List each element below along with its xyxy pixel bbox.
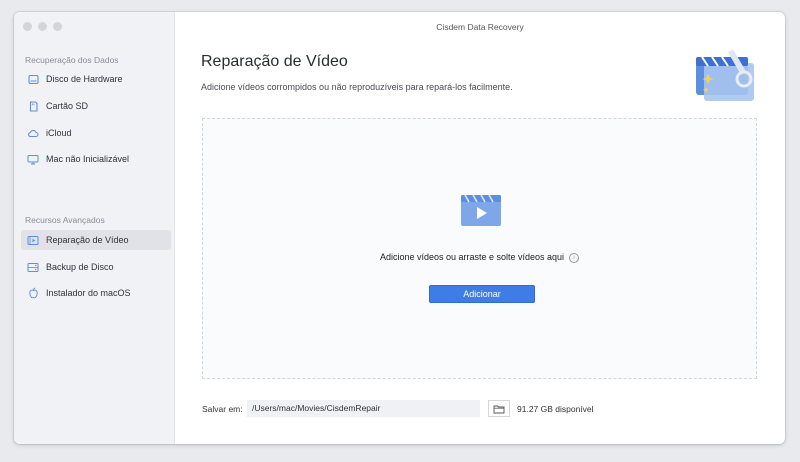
sidebar-item-icloud[interactable]: iCloud (21, 123, 171, 143)
apple-icon (27, 287, 39, 299)
app-window: Recuperação dos Dados Disco de Hardware … (14, 12, 785, 444)
main-panel: Cisdem Data Recovery Reparação de Vídeo … (175, 12, 785, 444)
info-icon[interactable]: i (569, 252, 580, 263)
add-videos-button[interactable]: Adicionar (429, 285, 535, 303)
sidebar-item-sd-card[interactable]: Cartão SD (21, 96, 171, 116)
dropzone-hint-text: Adicione vídeos ou arraste e solte vídeo… (379, 252, 565, 262)
video-repair-illustration-icon (694, 45, 758, 101)
sidebar-item-label: Mac não Inicializável (46, 154, 130, 164)
browse-folder-button[interactable] (488, 400, 510, 417)
window-controls (23, 22, 62, 31)
close-window-button[interactable] (23, 22, 32, 31)
disk-backup-icon (27, 261, 39, 273)
sidebar-item-label: Backup de Disco (46, 262, 114, 272)
window-title: Cisdem Data Recovery (436, 22, 524, 32)
folder-icon (493, 405, 505, 413)
save-path-field[interactable]: /Users/mac/Movies/CisdemRepair (247, 400, 480, 417)
video-file-icon (460, 193, 502, 227)
sidebar-item-disk-backup[interactable]: Backup de Disco (21, 257, 171, 277)
sidebar-item-label: Disco de Hardware (46, 74, 123, 84)
sidebar-item-label: Cartão SD (46, 101, 89, 111)
sidebar-item-unbootable-mac[interactable]: Mac não Inicializável (21, 149, 171, 169)
zoom-window-button[interactable] (53, 22, 62, 31)
sidebar-item-label: iCloud (46, 128, 72, 138)
monitor-icon (27, 153, 39, 165)
available-space: 91.27 GB disponível (517, 404, 594, 414)
sidebar-item-label: Reparação de Vídeo (46, 235, 129, 245)
cloud-icon (27, 127, 39, 139)
sd-card-icon (27, 100, 39, 112)
page-title: Reparação de Vídeo (201, 53, 348, 70)
minimize-window-button[interactable] (38, 22, 47, 31)
sidebar-item-hard-disk[interactable]: Disco de Hardware (21, 69, 171, 89)
sidebar-item-label: Instalador do macOS (46, 288, 131, 298)
video-dropzone[interactable]: Adicione vídeos ou arraste e solte vídeo… (202, 118, 757, 379)
sidebar: Recuperação dos Dados Disco de Hardware … (14, 12, 175, 444)
sidebar-item-macos-installer[interactable]: Instalador do macOS (21, 283, 171, 303)
video-repair-icon (27, 234, 39, 246)
page-subtitle: Adicione vídeos corrompidos ou não repro… (201, 82, 513, 92)
save-location-bar: Salvar em: /Users/mac/Movies/CisdemRepai… (202, 400, 762, 418)
dropzone-hint: Adicione vídeos ou arraste e solte vídeo… (203, 252, 756, 263)
section-label-data-recovery: Recuperação dos Dados (25, 55, 119, 65)
hard-drive-icon (27, 73, 39, 85)
section-label-advanced: Recursos Avançados (25, 215, 105, 225)
sidebar-item-video-repair[interactable]: Reparação de Vídeo (21, 230, 171, 250)
save-location-label: Salvar em: (202, 404, 243, 414)
